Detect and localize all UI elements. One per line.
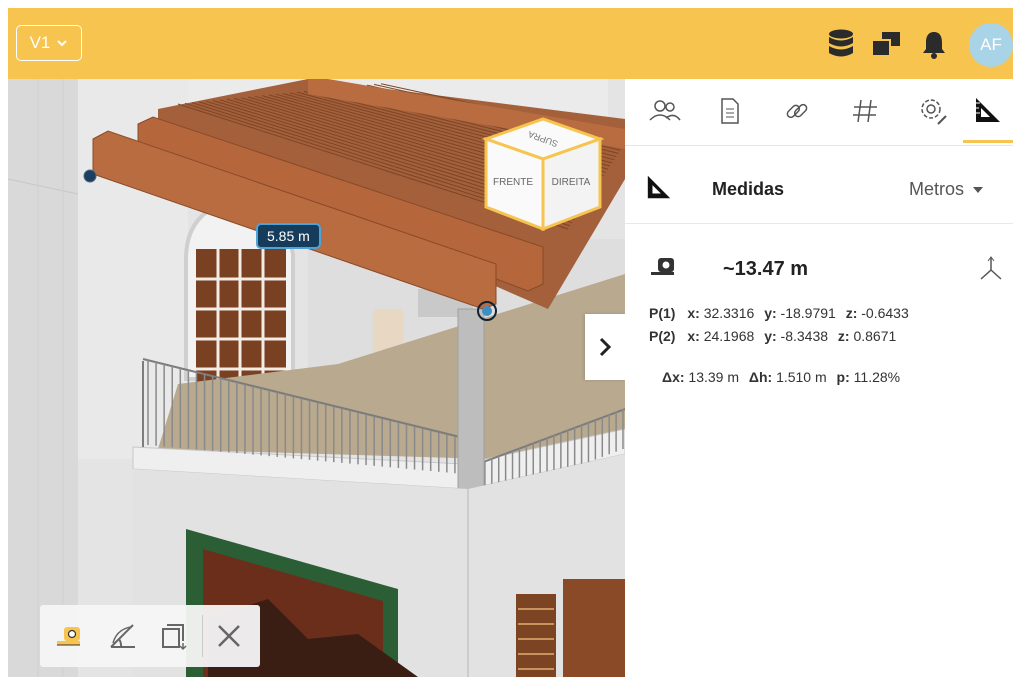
point-2-coordinates: P(2) x: 24.1968 y: -8.3438 z: 0.8671	[649, 328, 902, 344]
delta-values: Δx: 13.39 m Δh: 1.510 m p: 11.28%	[662, 369, 906, 385]
p2-label: P(2)	[649, 328, 676, 344]
side-panel: Medidas Metros ~13.47 m P(1) x: 32.3316 …	[625, 79, 1013, 677]
expand-panel-button[interactable]	[585, 314, 625, 380]
document-icon[interactable]	[705, 79, 755, 143]
p1-x-value: 32.3316	[703, 305, 755, 321]
avatar[interactable]: AF	[969, 23, 1013, 67]
toolbar-divider	[202, 615, 203, 657]
chevron-right-icon	[599, 337, 612, 357]
p1-label: P(1)	[649, 305, 676, 321]
hash-icon[interactable]	[840, 79, 890, 143]
p1-z-value: -0.6433	[861, 305, 909, 321]
nav-cube-right-label: DIREITA	[552, 177, 591, 188]
close-icon[interactable]	[210, 617, 248, 655]
chevron-down-icon	[57, 40, 68, 47]
database-icon[interactable]	[825, 28, 857, 60]
p1-z-label: z:	[845, 305, 858, 321]
building-model-render: SUPRA FRENTE DIREITA	[8, 79, 625, 677]
p2-y-value: -8.3438	[780, 328, 829, 344]
version-label: V1	[29, 33, 51, 52]
measure-toolbar	[40, 605, 260, 667]
slope-label: p:	[836, 369, 850, 385]
settings-icon[interactable]	[908, 79, 958, 143]
dimension-label: 5.85 m	[256, 223, 321, 249]
measure-icon[interactable]	[963, 79, 1013, 143]
windows-icon[interactable]	[870, 28, 902, 60]
slope-value: 11.28%	[853, 369, 901, 385]
measured-distance: ~13.47 m	[723, 258, 809, 280]
point-1-coordinates: P(1) x: 32.3316 y: -18.9791 z: -0.6433	[649, 305, 915, 321]
units-value: Metros	[909, 179, 965, 199]
measures-header: Medidas Metros	[625, 151, 1013, 224]
top-bar: V1 AF	[8, 8, 1013, 79]
p2-z-label: z:	[837, 328, 850, 344]
ruler-triangle-icon	[645, 173, 673, 206]
people-icon[interactable]	[640, 79, 690, 143]
nav-cube-front-label: FRENTE	[493, 177, 533, 188]
p2-x-label: x:	[687, 328, 700, 344]
tape-measure-icon	[649, 254, 681, 285]
angle-measure-icon[interactable]	[104, 617, 142, 655]
panel-tabs	[625, 79, 1013, 146]
caret-down-icon	[973, 186, 984, 193]
dx-value: 13.39 m	[688, 369, 739, 385]
p1-y-value: -18.9791	[780, 305, 836, 321]
tape-measure-icon[interactable]	[52, 617, 90, 655]
app-window: V1 AF SUPRA FRENTE DIREITA 5.85 m Medida…	[8, 8, 1013, 677]
link-icon[interactable]	[772, 79, 822, 143]
units-dropdown[interactable]: Metros	[909, 179, 984, 200]
dh-label: Δh:	[748, 369, 773, 385]
area-measure-icon[interactable]	[154, 617, 192, 655]
nav-cube[interactable]: SUPRA FRENTE DIREITA	[481, 117, 605, 232]
p2-y-label: y:	[764, 328, 777, 344]
p2-z-value: 0.8671	[853, 328, 897, 344]
axes-icon[interactable]	[977, 255, 1005, 288]
p2-x-value: 24.1968	[703, 328, 755, 344]
dx-label: Δx:	[662, 369, 685, 385]
panel-title: Medidas	[712, 179, 785, 199]
p1-y-label: y:	[764, 305, 777, 321]
bell-icon[interactable]	[918, 28, 950, 60]
p1-x-label: x:	[687, 305, 700, 321]
model-viewer[interactable]: SUPRA FRENTE DIREITA 5.85 m	[8, 79, 625, 677]
dh-value: 1.510 m	[776, 369, 827, 385]
version-selector[interactable]: V1	[16, 25, 82, 61]
